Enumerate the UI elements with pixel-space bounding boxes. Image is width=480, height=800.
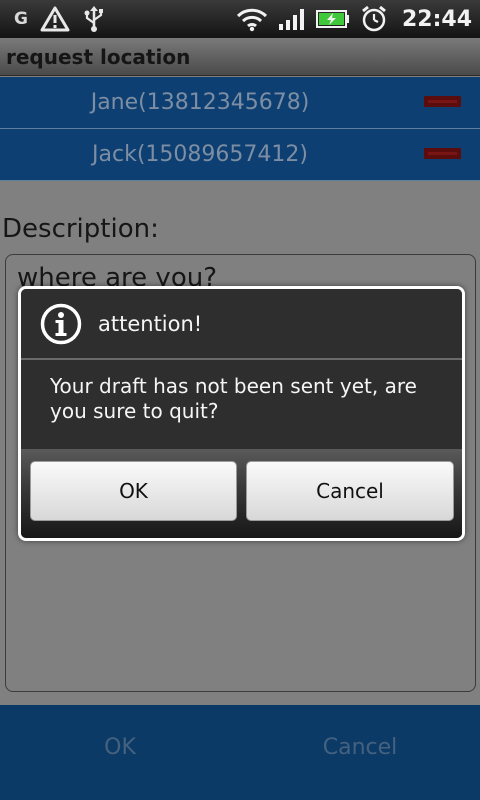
bottom-action-bar: OK Cancel: [0, 705, 480, 800]
remove-recipient-icon[interactable]: [424, 148, 461, 159]
warning-icon: [40, 6, 70, 32]
confirm-dialog: attention! Your draft has not been sent …: [18, 286, 465, 541]
dialog-message: Your draft has not been sent yet, are yo…: [50, 374, 417, 423]
list-item[interactable]: Jane(13812345678): [0, 77, 480, 129]
dialog-title: attention!: [98, 312, 203, 336]
ok-button[interactable]: OK: [0, 735, 240, 760]
status-right: 22:44: [236, 0, 472, 38]
page-title: request location: [6, 45, 191, 69]
recipient-name: Jane(13812345678): [90, 90, 310, 115]
info-icon: [40, 303, 82, 345]
cancel-button[interactable]: Cancel: [240, 735, 480, 760]
battery-charging-icon: [315, 10, 349, 28]
network-type-label: G: [14, 9, 28, 29]
recipient-list: Jane(13812345678) Jack(15089657412): [0, 77, 480, 181]
remove-recipient-icon[interactable]: [424, 96, 461, 107]
wifi-icon: [236, 8, 268, 32]
usb-icon: [84, 6, 103, 32]
dialog-button-bar: OK Cancel: [21, 449, 462, 538]
dialog-header: attention!: [21, 289, 462, 358]
recipient-name: Jack(15089657412): [92, 142, 308, 167]
title-bar: request location: [0, 38, 480, 76]
status-left: G: [14, 0, 106, 38]
dialog-divider: [21, 358, 462, 360]
status-bar: G 22:44: [0, 0, 480, 38]
status-time: 22:44: [401, 6, 472, 32]
alarm-clock-icon: [362, 5, 386, 32]
signal-icon: [278, 9, 304, 30]
dialog-cancel-button[interactable]: Cancel: [246, 461, 454, 521]
list-item[interactable]: Jack(15089657412): [0, 129, 480, 181]
description-label: Description:: [2, 214, 159, 244]
dialog-ok-button[interactable]: OK: [30, 461, 237, 521]
